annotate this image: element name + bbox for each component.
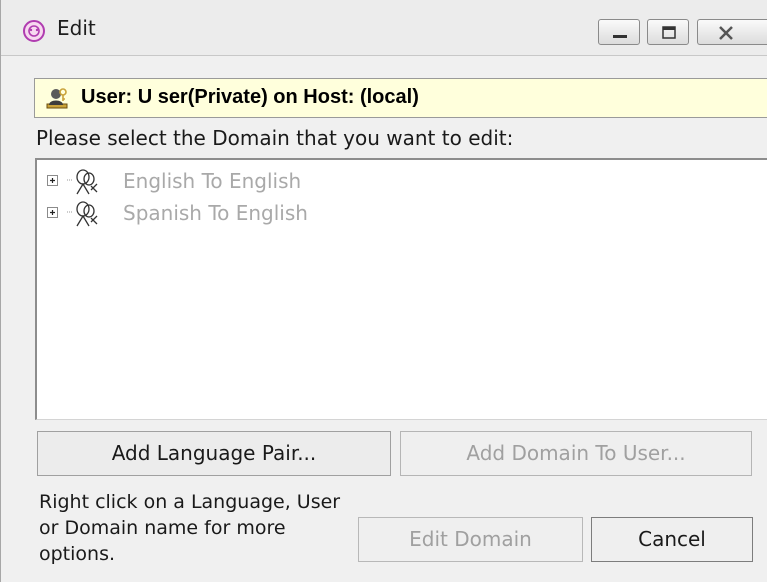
tree-item-label: English To English xyxy=(123,169,302,193)
domain-people-icon xyxy=(67,169,98,195)
tree-item-spanish-to-english[interactable]: Spanish To English xyxy=(47,200,347,227)
window-title: Edit xyxy=(57,16,96,40)
domain-tree[interactable]: English To English Spanish To English xyxy=(35,158,767,420)
tree-item-label: Spanish To English xyxy=(123,201,308,225)
close-icon xyxy=(719,26,733,40)
add-language-pair-button[interactable]: Add Language Pair... xyxy=(37,431,391,476)
user-host-banner: User: U ser(Private) on Host: (local) xyxy=(34,78,767,118)
cancel-button[interactable]: Cancel xyxy=(591,517,753,562)
user-key-icon xyxy=(46,88,68,109)
domain-people-icon xyxy=(67,201,98,227)
expand-plus-icon[interactable] xyxy=(47,207,58,218)
title-bar[interactable]: Edit xyxy=(1,0,767,56)
edit-domain-button[interactable]: Edit Domain xyxy=(358,517,583,562)
tree-item-english-to-english[interactable]: English To English xyxy=(47,168,347,195)
user-host-label: User: U ser(Private) on Host: (local) xyxy=(81,86,419,108)
close-button[interactable] xyxy=(697,19,767,45)
add-domain-to-user-button[interactable]: Add Domain To User... xyxy=(400,431,752,476)
app-icon xyxy=(23,20,45,42)
edit-dialog: Edit User: U ser(Private) on Host: (loca… xyxy=(0,0,767,582)
maximize-button[interactable] xyxy=(647,19,689,45)
domain-select-prompt: Please select the Domain that you want t… xyxy=(36,126,514,150)
expand-plus-icon[interactable] xyxy=(47,175,58,186)
minimize-button[interactable] xyxy=(598,19,640,45)
minimize-icon xyxy=(613,35,627,38)
right-click-hint: Right click on a Language, User or Domai… xyxy=(39,491,341,565)
maximize-icon xyxy=(662,26,676,39)
